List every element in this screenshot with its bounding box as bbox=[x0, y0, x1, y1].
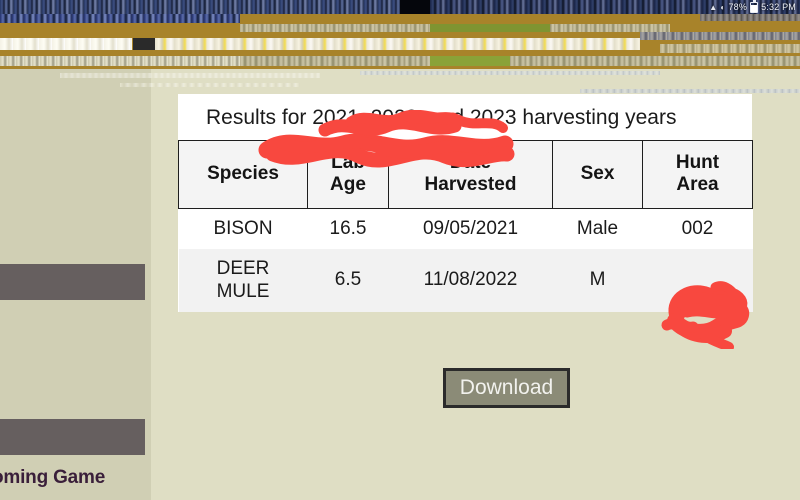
cell-line: MULE bbox=[216, 280, 270, 302]
header-line: Sex bbox=[580, 163, 615, 185]
cell-date-harvested: 09/05/2021 bbox=[388, 208, 553, 250]
nav-block-upper[interactable] bbox=[0, 264, 145, 300]
column-header-date-harvested: Date Harvested bbox=[388, 140, 553, 209]
header-line: Area bbox=[676, 174, 719, 196]
cell-lab-age: 6.5 bbox=[307, 249, 389, 313]
glitch-fragment bbox=[0, 38, 132, 50]
nav-block-lower[interactable] bbox=[0, 419, 145, 455]
battery-icon bbox=[750, 0, 759, 13]
cell-hunt-area bbox=[642, 249, 753, 313]
download-button[interactable]: Download bbox=[443, 368, 570, 408]
cell-hunt-area: 002 bbox=[642, 208, 753, 250]
glitch-fragment bbox=[430, 24, 550, 32]
table-header-row: Species Lab Age Date Harvested Sex Hunt … bbox=[178, 140, 753, 209]
results-card: Results for 2021, 2022, and 2023 harvest… bbox=[178, 94, 753, 313]
cell-sex: M bbox=[552, 249, 643, 313]
results-table: Species Lab Age Date Harvested Sex Hunt … bbox=[178, 140, 753, 313]
column-header-species: Species bbox=[178, 140, 308, 209]
cell-species: DEER MULE bbox=[178, 249, 308, 313]
glitch-fragment bbox=[0, 14, 240, 23]
glitch-fragment bbox=[155, 38, 640, 50]
glitch-fragment bbox=[133, 38, 155, 50]
page-content: oming Game Results for 2021, 2022, and 2… bbox=[0, 69, 800, 500]
status-bar-indicators: ▲ ◐ 78% 5:32 PM bbox=[709, 0, 796, 14]
glitch-fragment bbox=[0, 56, 240, 66]
header-line: Age bbox=[330, 174, 366, 196]
header-line: Hunt bbox=[675, 152, 720, 173]
header-line: Date bbox=[449, 152, 492, 173]
glitch-fragment bbox=[240, 56, 800, 66]
table-header: Species Lab Age Date Harvested Sex Hunt … bbox=[178, 140, 753, 209]
table-row: DEER MULE 6.5 11/08/2022 M bbox=[178, 249, 753, 313]
table-body: BISON 16.5 09/05/2021 Male 002 DEER MULE… bbox=[178, 208, 753, 313]
sidebar: oming Game bbox=[0, 69, 151, 500]
render-glitch-band bbox=[0, 14, 800, 69]
wifi-icon: ◐ bbox=[720, 2, 726, 12]
page-title: Results for 2021, 2022, and 2023 harvest… bbox=[206, 106, 677, 129]
cell-line: DEER bbox=[216, 258, 270, 280]
glitch-fragment bbox=[430, 56, 510, 66]
glitch-fragment bbox=[700, 14, 800, 21]
header-line: Harvested bbox=[424, 174, 517, 196]
table-row: BISON 16.5 09/05/2021 Male 002 bbox=[178, 208, 753, 250]
signal-icon: ▲ bbox=[709, 2, 718, 12]
cell-lab-age: 16.5 bbox=[307, 208, 389, 250]
header-line: Species bbox=[207, 163, 279, 185]
clock-label: 5:32 PM bbox=[761, 2, 796, 12]
glitch-fragment bbox=[640, 32, 800, 40]
sidebar-footer-label: oming Game bbox=[0, 467, 106, 488]
screen-root: ▲ ◐ 78% 5:32 PM oming Game Results for 2… bbox=[0, 0, 800, 500]
cell-sex: Male bbox=[552, 208, 643, 250]
status-bar-glitch-left bbox=[0, 0, 400, 14]
column-header-hunt-area: Hunt Area bbox=[642, 140, 753, 209]
column-header-sex: Sex bbox=[552, 140, 643, 209]
cell-date-harvested: 11/08/2022 bbox=[388, 249, 553, 313]
cell-species: BISON bbox=[178, 208, 308, 250]
column-header-lab-age: Lab Age bbox=[307, 140, 389, 209]
battery-percent-label: 78% bbox=[728, 2, 748, 12]
header-line: Lab bbox=[331, 152, 365, 173]
status-bar: ▲ ◐ 78% 5:32 PM bbox=[0, 0, 800, 14]
glitch-fragment bbox=[660, 44, 800, 53]
